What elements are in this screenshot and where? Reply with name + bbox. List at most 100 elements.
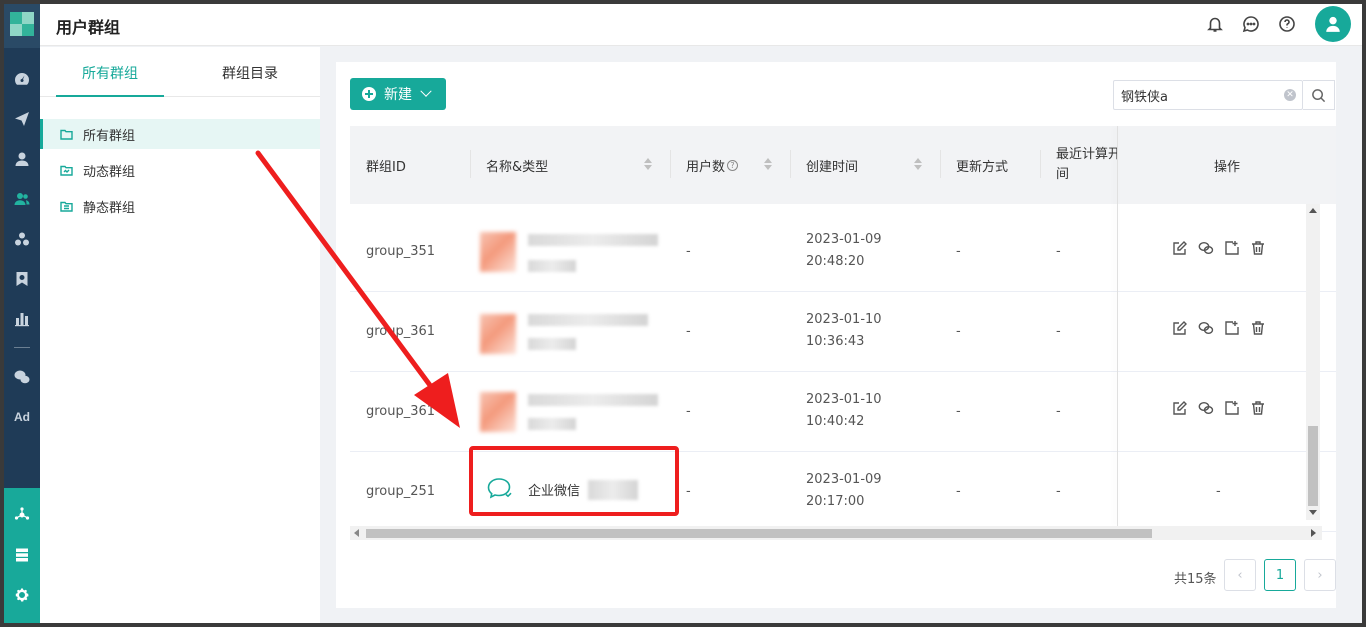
column-header-created-time: 创建时间 — [806, 159, 859, 175]
row-actions — [1172, 320, 1266, 336]
column-header-name-type: 名称&类型 — [486, 159, 549, 175]
cluster-icon[interactable] — [4, 224, 40, 254]
group-id-cell[interactable]: group_251 — [366, 484, 435, 499]
server-icon[interactable] — [4, 540, 40, 570]
user-count-cell: - — [686, 404, 691, 419]
dashboard-icon[interactable] — [4, 64, 40, 94]
table-row: group_351 - 2023-01-09 20:48:20 - - — [350, 212, 1336, 292]
rail-bottom-group — [4, 488, 40, 623]
created-date-cell: 2023-01-09 — [806, 232, 882, 247]
settings-icon[interactable] — [4, 580, 40, 610]
blurred-name — [528, 314, 648, 326]
search-icon — [1312, 88, 1326, 102]
created-date-cell: 2023-01-10 — [806, 312, 882, 327]
new-button[interactable]: 新建 — [350, 78, 446, 110]
add-to-icon[interactable] — [1224, 400, 1240, 416]
column-header-update-method: 更新方式 — [956, 159, 1009, 175]
sort-icon[interactable] — [764, 158, 772, 170]
update-method-cell: - — [956, 484, 961, 499]
group-id-cell[interactable]: group_351 — [366, 244, 435, 259]
new-button-label: 新建 — [384, 87, 412, 103]
folder-icon — [60, 129, 73, 140]
plus-circle-icon — [362, 87, 376, 101]
blurred-type — [528, 260, 576, 272]
last-calc-cell: - — [1056, 324, 1061, 339]
message-icon[interactable] — [1241, 14, 1261, 34]
blurred-name — [528, 234, 658, 246]
column-header-user-count: 用户数 ? — [686, 126, 739, 204]
network-icon[interactable] — [4, 500, 40, 530]
user-count-cell: - — [686, 324, 691, 339]
sidebar-item-dynamic-groups[interactable]: 动态群组 — [40, 155, 320, 185]
edit-icon[interactable] — [1172, 400, 1188, 416]
bell-icon[interactable] — [1205, 14, 1225, 34]
delete-icon[interactable] — [1250, 320, 1266, 336]
tab-all-groups[interactable]: 所有群组 — [82, 63, 138, 83]
wechat-icon[interactable] — [1198, 240, 1214, 256]
main-panel: 新建 ✕ 群组ID 名称&类型 用户数 ? 创建时间 — [336, 62, 1336, 608]
send-icon[interactable] — [4, 104, 40, 134]
search-button[interactable] — [1303, 80, 1335, 110]
page-number-button[interactable]: 1 — [1264, 559, 1296, 591]
wechat-icon[interactable] — [1198, 320, 1214, 336]
prev-page-button[interactable]: ‹ — [1224, 559, 1256, 591]
scrollbar-thumb[interactable] — [1308, 426, 1318, 506]
user-group-icon[interactable] — [4, 184, 40, 214]
page-title: 用户群组 — [56, 18, 121, 37]
blurred-name — [528, 394, 658, 406]
sidebar-item-static-groups[interactable]: 静态群组 — [40, 191, 320, 221]
edit-icon[interactable] — [1172, 240, 1188, 256]
next-page-button[interactable]: › — [1304, 559, 1336, 591]
table-row: group_361 - 2023-01-10 10:40:42 - - — [350, 372, 1336, 452]
add-to-icon[interactable] — [1224, 240, 1240, 256]
created-time-cell: 20:48:20 — [806, 254, 865, 269]
table-row: group_361 - 2023-01-10 10:36:43 - - — [350, 292, 1336, 372]
badge-icon[interactable] — [4, 264, 40, 294]
wechat-icon[interactable] — [4, 362, 40, 392]
fixed-column-divider — [1117, 126, 1118, 526]
edit-icon[interactable] — [1172, 320, 1188, 336]
created-time-cell: 20:17:00 — [806, 494, 865, 509]
group-thumbnail — [480, 314, 516, 354]
created-time-cell: 10:36:43 — [806, 334, 865, 349]
add-to-icon[interactable] — [1224, 320, 1240, 336]
tab-group-directory[interactable]: 群组目录 — [222, 63, 278, 83]
created-date-cell: 2023-01-09 — [806, 472, 882, 487]
last-calc-cell: - — [1056, 244, 1061, 259]
sort-icon[interactable] — [644, 158, 652, 170]
folder-icon — [60, 201, 73, 212]
chevron-down-icon — [420, 85, 432, 97]
scrollbar-thumb[interactable] — [366, 529, 1152, 538]
app-logo — [4, 4, 40, 48]
folder-icon — [60, 165, 73, 176]
delete-icon[interactable] — [1250, 240, 1266, 256]
nav-rail: Ad — [4, 4, 40, 623]
column-header-last-calc: 最近计算开 间 — [1056, 126, 1121, 204]
group-id-cell[interactable]: group_361 — [366, 404, 435, 419]
info-icon[interactable]: ? — [727, 159, 739, 171]
vertical-scrollbar[interactable] — [1306, 204, 1320, 520]
sidebar-item-all-groups[interactable]: 所有群组 — [40, 119, 320, 149]
group-id-cell[interactable]: group_361 — [366, 324, 435, 339]
top-header: 用户群组 — [40, 4, 1362, 46]
user-icon[interactable] — [4, 144, 40, 174]
delete-icon[interactable] — [1250, 400, 1266, 416]
highlight-box — [469, 446, 679, 516]
created-time-cell: 10:40:42 — [806, 414, 865, 429]
column-header-label: 间 — [1056, 167, 1070, 182]
update-method-cell: - — [956, 404, 961, 419]
wechat-icon[interactable] — [1198, 400, 1214, 416]
sort-icon[interactable] — [914, 158, 922, 170]
help-icon[interactable] — [1277, 14, 1297, 34]
clear-icon[interactable]: ✕ — [1284, 89, 1296, 101]
avatar[interactable] — [1315, 6, 1351, 42]
ad-icon[interactable]: Ad — [4, 402, 40, 432]
blurred-type — [528, 338, 576, 350]
row-actions-empty: - — [1216, 484, 1221, 499]
bar-chart-icon[interactable] — [4, 304, 40, 334]
sidebar-item-label: 动态群组 — [83, 164, 136, 180]
row-actions — [1172, 240, 1266, 256]
user-count-cell: - — [686, 244, 691, 259]
horizontal-scrollbar[interactable] — [350, 526, 1322, 540]
search-input[interactable] — [1114, 81, 1304, 109]
